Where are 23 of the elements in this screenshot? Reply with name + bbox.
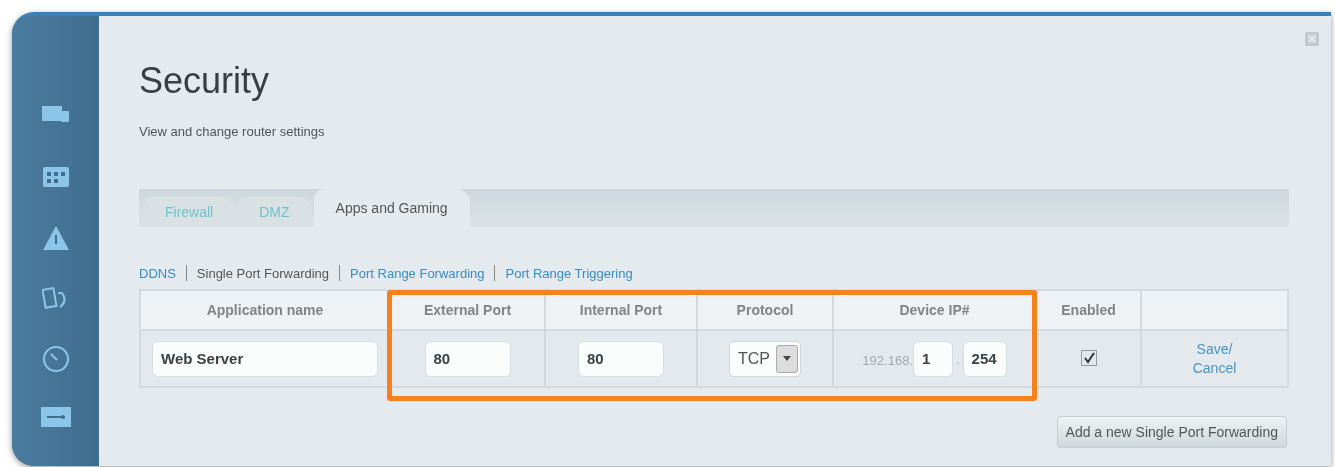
usb-icon[interactable] — [40, 405, 71, 428]
enabled-checkbox[interactable] — [1080, 350, 1097, 366]
subnav-link[interactable]: Single Port Forwarding — [196, 265, 330, 281]
gauge-icon[interactable] — [41, 345, 70, 374]
page-title: Security — [139, 60, 271, 102]
internal-port-field[interactable]: 80 — [578, 340, 664, 377]
devices-icon[interactable] — [41, 104, 70, 124]
ip-octet-field[interactable]: 1 — [913, 340, 953, 377]
column-header: Enabled — [1036, 290, 1141, 330]
ip-octet-field[interactable]: 254 — [962, 340, 1007, 377]
ip-dot: . — [956, 352, 960, 367]
page-subtitle: View and change router settings — [139, 124, 326, 139]
external-port-field[interactable]: 80 — [424, 340, 511, 377]
calendar-icon[interactable] — [41, 164, 70, 189]
application-name-field[interactable]: Web Server — [152, 340, 378, 377]
warning-icon[interactable] — [41, 224, 70, 251]
add-forwarding-button[interactable]: Add a new Single Port Forwarding — [1056, 416, 1287, 448]
close-icon[interactable] — [1305, 32, 1319, 46]
protocol-select[interactable]: TCP — [729, 340, 801, 377]
tab[interactable]: Apps and Gaming — [313, 189, 470, 227]
ip-prefix: 192.168. — [862, 352, 913, 367]
caret-icon — [776, 344, 798, 373]
column-header: Application name — [140, 290, 390, 330]
